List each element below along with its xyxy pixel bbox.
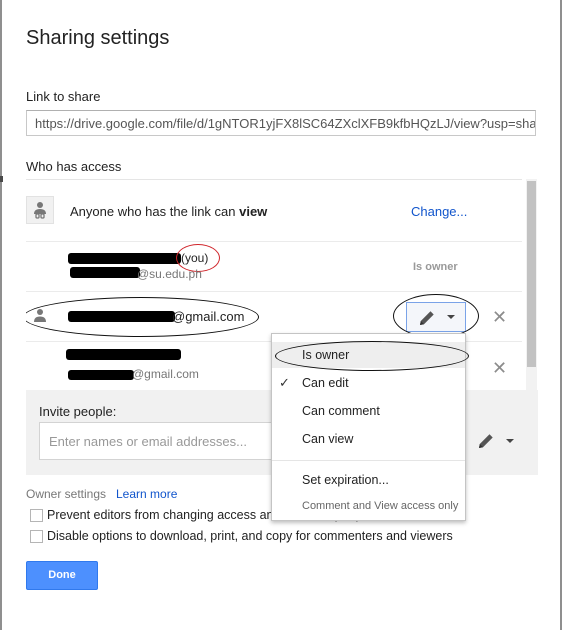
redacted-owner-email <box>70 267 140 278</box>
prevent-editors-checkbox[interactable] <box>30 509 43 522</box>
list-item-owner: (you) @su.edu.ph Is owner <box>26 242 522 292</box>
remove-person-button[interactable]: ✕ <box>492 308 507 326</box>
link-access-level: view <box>239 204 268 219</box>
redacted-owner-name <box>68 253 181 264</box>
link-label: Link to share <box>26 89 101 104</box>
owner-email-domain: @su.edu.ph <box>137 267 202 281</box>
scrollbar-thumb[interactable] <box>527 181 536 367</box>
remove-person-button-2[interactable]: ✕ <box>492 359 507 377</box>
share-link-field[interactable]: https://drive.google.com/file/d/1gNTOR1y… <box>26 110 536 136</box>
annotation-black-oval-button <box>393 294 479 338</box>
menu-item-can-comment[interactable]: Can comment <box>302 404 380 418</box>
owner-role-label: Is owner <box>413 261 458 273</box>
who-has-access-label: Who has access <box>26 159 122 174</box>
link-sharing-icon <box>26 196 54 224</box>
menu-divider <box>272 460 465 461</box>
person-email-domain: @gmail.com <box>132 367 199 381</box>
expiration-note: Comment and View access only <box>302 500 459 512</box>
menu-item-set-expiration[interactable]: Set expiration... <box>302 473 389 487</box>
owner-settings-label: Owner settings <box>26 487 107 501</box>
access-list-scrollbar[interactable] <box>526 179 537 391</box>
done-button[interactable]: Done <box>26 561 98 590</box>
annotation-black-oval <box>26 297 259 337</box>
pencil-icon <box>479 434 493 448</box>
window-left-marker <box>0 176 3 182</box>
checkmark-icon: ✓ <box>279 375 290 390</box>
permission-menu: Is owner ✓ Can edit Can comment Can view… <box>271 333 469 521</box>
link-access-prefix: Anyone who has the link can <box>70 204 240 219</box>
disable-download-checkbox[interactable] <box>30 530 43 543</box>
dialog-title: Sharing settings <box>26 27 170 49</box>
menu-item-can-edit[interactable]: Can edit <box>302 376 349 390</box>
redacted-person-name <box>66 349 181 360</box>
change-link-access-button[interactable]: Change... <box>411 204 467 219</box>
annotation-black-oval-menu <box>275 341 469 371</box>
menu-item-can-view[interactable]: Can view <box>302 432 353 446</box>
redacted-person-email <box>68 370 134 380</box>
learn-more-link[interactable]: Learn more <box>116 487 177 501</box>
window-left-border <box>0 0 2 630</box>
list-item-link-access: Anyone who has the link can view Change.… <box>26 180 522 242</box>
invite-permission-button[interactable] <box>466 422 521 460</box>
link-access-description: Anyone who has the link can view <box>70 204 267 219</box>
chevron-down-icon <box>506 439 514 443</box>
invite-label: Invite people: <box>39 404 117 419</box>
disable-download-label: Disable options to download, print, and … <box>47 529 453 543</box>
